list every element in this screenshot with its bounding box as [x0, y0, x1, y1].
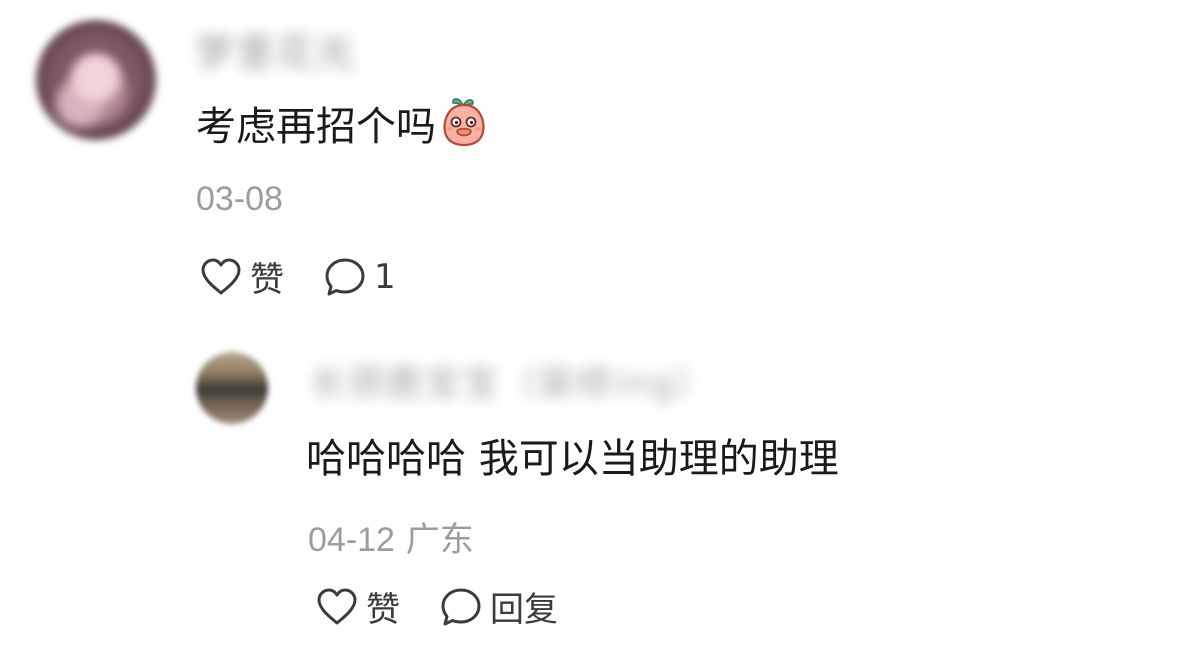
reply-avatar[interactable] [196, 352, 268, 424]
reply-actions: 赞 回复 [316, 582, 558, 631]
comment-actions: 赞 1 [200, 252, 396, 301]
peach-emoji-icon [440, 95, 488, 147]
comment-body: 考虑再招个吗 [196, 104, 436, 150]
comment-author-name[interactable]: 梦里花光 [196, 22, 356, 77]
reply-count-button[interactable]: 1 [324, 257, 396, 297]
comment-bubble-icon [441, 588, 481, 625]
reply-date: 04-12 [308, 521, 395, 559]
comment-bubble-icon [325, 258, 365, 295]
reply-location: 广东 [405, 520, 474, 560]
reply-like-button[interactable]: 赞 [316, 582, 400, 631]
reply-meta: 04-12 广东 [308, 512, 474, 561]
heart-icon [317, 588, 357, 624]
reply-like-label: 赞 [366, 590, 400, 630]
comment-text[interactable]: 考虑再招个吗 [196, 94, 488, 152]
reply-text[interactable]: 哈哈哈哈 我可以当助理的助理 [306, 426, 839, 484]
heart-icon [201, 258, 241, 294]
reply-author-name[interactable]: 长颈鹿宝宝（装修ing） [310, 354, 714, 406]
reply-button[interactable]: 回复 [440, 582, 558, 631]
comment-date: 03-08 [196, 180, 283, 218]
reply-count: 1 [374, 256, 396, 297]
like-button[interactable]: 赞 [200, 252, 284, 301]
like-label: 赞 [250, 260, 284, 300]
comment-thread: 梦里花光 考虑再招个吗 03-08 赞 1 长颈鹿宝宝（装修ing） 哈哈哈哈 … [0, 0, 1200, 654]
avatar[interactable] [36, 20, 156, 140]
reply-label: 回复 [490, 590, 558, 630]
